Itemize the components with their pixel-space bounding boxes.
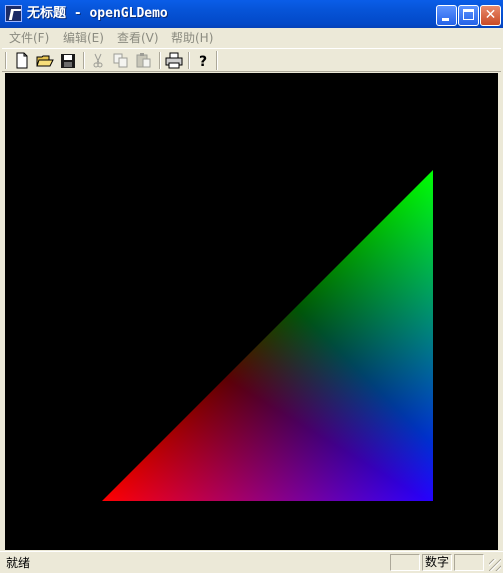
toolbar-separator	[188, 52, 190, 69]
print-icon[interactable]	[165, 52, 183, 69]
window-title: 无标题 - openGLDemo	[27, 6, 168, 21]
menu-edit[interactable]: 编辑(E)	[63, 30, 104, 46]
title-bar[interactable]: 无标题 - openGLDemo ✕	[0, 0, 503, 28]
open-folder-icon[interactable]	[36, 52, 54, 69]
toolbar-separator	[159, 52, 161, 69]
resize-grip-icon[interactable]	[489, 559, 501, 571]
copy-icon[interactable]	[112, 52, 130, 69]
paste-icon[interactable]	[135, 52, 153, 69]
status-pane-numlock: 数字	[422, 554, 452, 571]
status-text: 就绪	[6, 556, 31, 570]
minimize-button[interactable]	[436, 5, 457, 26]
menu-file[interactable]: 文件(F)	[9, 30, 49, 46]
minimize-icon	[442, 18, 449, 21]
svg-text:?: ?	[199, 54, 207, 69]
save-disk-icon[interactable]	[59, 52, 77, 69]
maximize-button[interactable]	[458, 5, 479, 26]
toolbar-end	[216, 51, 218, 70]
menu-help[interactable]: 帮助(H)	[171, 30, 213, 46]
app-window: 无标题 - openGLDemo ✕ 文件(F) 编辑(E) 查看(V) 帮助(…	[0, 0, 503, 573]
status-pane-caps	[390, 554, 420, 571]
menu-view[interactable]: 查看(V)	[117, 30, 159, 46]
help-icon[interactable]: ?	[194, 52, 212, 69]
toolbar: ?	[2, 48, 501, 72]
new-document-icon[interactable]	[13, 52, 31, 69]
opengl-viewport[interactable]	[5, 73, 498, 550]
menu-bar: 文件(F) 编辑(E) 查看(V) 帮助(H)	[0, 28, 503, 48]
maximize-icon	[463, 9, 474, 20]
close-icon: ✕	[484, 7, 497, 23]
toolbar-separator	[83, 52, 85, 69]
status-bar: 就绪 数字	[0, 551, 503, 573]
gradient-triangle	[102, 170, 433, 501]
close-button[interactable]: ✕	[480, 5, 501, 26]
status-pane-scroll	[454, 554, 484, 571]
cut-scissors-icon[interactable]	[89, 52, 107, 69]
app-icon[interactable]	[5, 5, 22, 22]
toolbar-grip	[5, 52, 7, 69]
